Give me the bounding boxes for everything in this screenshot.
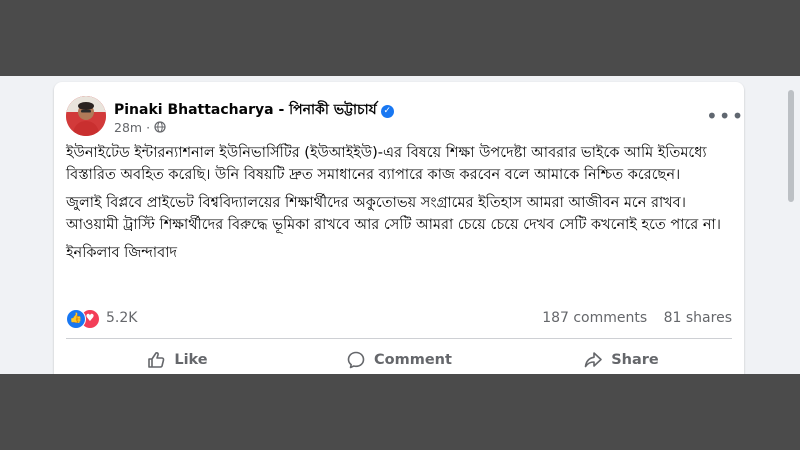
post-card: Pinaki Bhattacharya - পিনাকী ভট্টাচার্য ✓… (54, 82, 794, 374)
reactions-bar: 👍 ♥ 5.2K 187 comments 81 shares (66, 309, 732, 329)
comments-count[interactable]: 187 comments (542, 310, 647, 326)
bottom-letterbox (0, 374, 800, 450)
post-paragraph-1: ইউনাইটেড ইন্টারন্যাশনাল ইউনিভার্সিটির (ই… (66, 145, 707, 183)
scrollbar-thumb[interactable] (788, 90, 794, 202)
comment-label: Comment (374, 352, 452, 368)
globe-icon[interactable] (154, 121, 166, 133)
post-time[interactable]: 28m (114, 120, 142, 135)
comment-button[interactable]: Comment (288, 342, 510, 374)
avatar-image (66, 96, 106, 136)
author-name-line[interactable]: Pinaki Bhattacharya - পিনাকী ভট্টাচার্য ✓ (114, 98, 394, 122)
action-bar: Like Comment Share (66, 342, 732, 374)
dot-separator: · (146, 120, 155, 135)
like-button[interactable]: Like (66, 342, 288, 374)
thumbs-up-icon (148, 352, 165, 368)
like-reaction-icon[interactable]: 👍 (66, 309, 86, 329)
author-name[interactable]: Pinaki Bhattacharya - পিনাকী ভট্টাচার্য (114, 102, 377, 118)
action-divider (66, 338, 732, 339)
author-avatar[interactable] (66, 96, 106, 136)
comment-icon (347, 351, 365, 369)
reaction-count[interactable]: 5.2K (106, 310, 137, 326)
share-button[interactable]: Share (510, 342, 732, 374)
post-paragraph-3: ইনকিলাব জিন্দাবাদ (66, 245, 178, 261)
post-meta: 28m · (114, 120, 166, 135)
more-options-icon[interactable]: ••• (706, 104, 744, 128)
like-label: Like (174, 352, 208, 368)
share-label: Share (611, 352, 659, 368)
feed-viewport: Pinaki Bhattacharya - পিনাকী ভট্টাচার্য ✓… (0, 76, 800, 374)
share-icon (584, 352, 603, 368)
top-letterbox (0, 0, 800, 76)
engagement-stats: 187 comments 81 shares (530, 310, 732, 326)
shares-count[interactable]: 81 shares (664, 310, 732, 326)
post-paragraph-2: জুলাই বিপ্লবে প্রাইভেট বিশ্ববিদ্যালয়ের … (66, 195, 721, 233)
verified-badge-icon: ✓ (380, 105, 394, 118)
post-body: ইউনাইটেড ইন্টারন্যাশনাল ইউনিভার্সিটির (ই… (66, 142, 730, 270)
